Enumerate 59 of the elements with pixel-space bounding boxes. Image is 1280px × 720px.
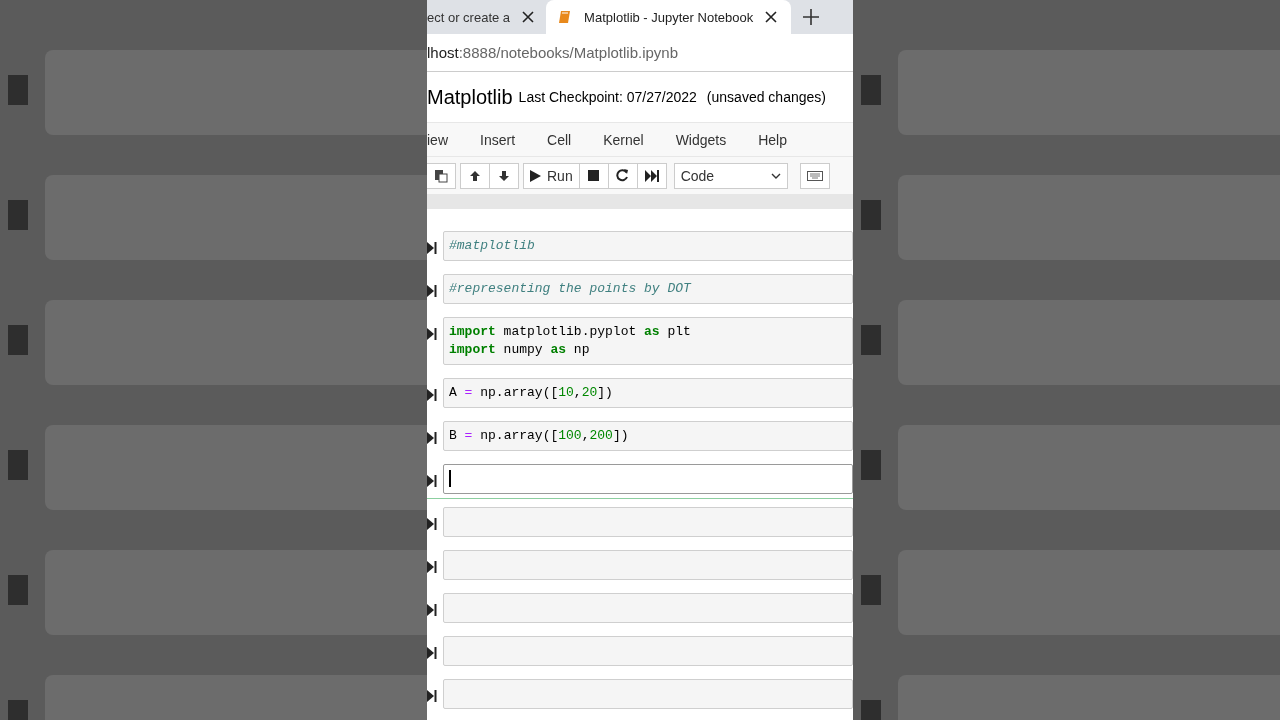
text-cursor bbox=[449, 470, 451, 488]
run-cell-icon[interactable] bbox=[427, 690, 437, 702]
fast-forward-icon bbox=[644, 169, 659, 182]
run-cell-icon[interactable] bbox=[427, 285, 437, 297]
menu-item[interactable]: iew bbox=[427, 131, 464, 148]
restart-icon bbox=[616, 169, 630, 182]
run-cell-icon[interactable] bbox=[427, 242, 437, 254]
run-cell-icon[interactable] bbox=[427, 518, 437, 530]
book-icon bbox=[558, 10, 573, 24]
run-cell-icon[interactable] bbox=[427, 389, 437, 401]
code-cell[interactable] bbox=[443, 464, 853, 494]
menu-item[interactable]: Kernel bbox=[587, 131, 660, 148]
code-cell[interactable] bbox=[443, 679, 853, 709]
clipboard-icon bbox=[434, 168, 448, 183]
run-cell-icon[interactable] bbox=[427, 328, 437, 340]
code-cell[interactable]: B = np.array([100,200]) bbox=[443, 421, 853, 451]
close-icon[interactable] bbox=[522, 11, 535, 23]
chevron-down-icon bbox=[770, 172, 781, 179]
address-bar[interactable]: lhost:8888/notebooks/Matplotlib.ipynb bbox=[427, 34, 853, 72]
tab-title: Matplotlib - Jupyter Notebook bbox=[584, 9, 754, 25]
code-cell[interactable]: A = np.array([10,20]) bbox=[443, 378, 853, 408]
tab-title: ect or create a bbox=[427, 9, 511, 25]
code-cell[interactable]: #representing the points by DOT bbox=[443, 274, 853, 304]
play-icon bbox=[530, 169, 541, 182]
new-tab-icon[interactable] bbox=[803, 9, 820, 25]
code-cell[interactable]: #matplotlib bbox=[443, 231, 853, 261]
run-cell-icon[interactable] bbox=[427, 604, 437, 616]
code-cell[interactable] bbox=[443, 507, 853, 537]
status-text: (unsaved changes) bbox=[706, 89, 826, 105]
code-cell[interactable] bbox=[443, 550, 853, 580]
arrow-up-icon bbox=[469, 169, 481, 182]
arrow-down-icon bbox=[498, 169, 510, 182]
paste-button[interactable] bbox=[427, 162, 456, 189]
code-cell[interactable]: import matplotlib.pyplot as plt import numpy as np bbox=[443, 317, 853, 365]
run-cell-icon[interactable] bbox=[427, 561, 437, 573]
menu-item[interactable]: Insert bbox=[464, 131, 532, 148]
checkpoint-text: Last Checkpoint: 07/27/2022 bbox=[518, 89, 697, 105]
run-button[interactable]: Run bbox=[523, 162, 580, 189]
run-cell-icon[interactable] bbox=[427, 647, 437, 659]
fast-forward-button[interactable] bbox=[636, 162, 667, 189]
menu-item[interactable]: Widgets bbox=[659, 131, 743, 148]
code-cell[interactable] bbox=[443, 593, 853, 623]
menu-item[interactable]: Cell bbox=[531, 131, 588, 148]
notebook-name[interactable]: Matplotlib bbox=[427, 85, 513, 109]
code-cell[interactable] bbox=[443, 636, 853, 666]
browser-tab[interactable]: Matplotlib - Jupyter Notebook bbox=[546, 0, 792, 34]
keyboard-button[interactable] bbox=[799, 162, 830, 189]
keyboard-icon bbox=[806, 170, 823, 181]
run-cell-icon[interactable] bbox=[427, 475, 437, 487]
close-icon[interactable] bbox=[765, 11, 778, 23]
restart-button[interactable] bbox=[607, 162, 638, 189]
run-cell-icon[interactable] bbox=[427, 432, 437, 444]
move-down-button[interactable] bbox=[489, 162, 519, 189]
stop-icon bbox=[588, 170, 600, 181]
cell-type-dropdown[interactable]: Code bbox=[673, 162, 788, 189]
browser-tab[interactable]: ect or create a bbox=[427, 0, 547, 34]
move-up-button[interactable] bbox=[460, 162, 490, 189]
stop-button[interactable] bbox=[578, 162, 609, 189]
menu-item[interactable]: Help bbox=[742, 131, 803, 148]
